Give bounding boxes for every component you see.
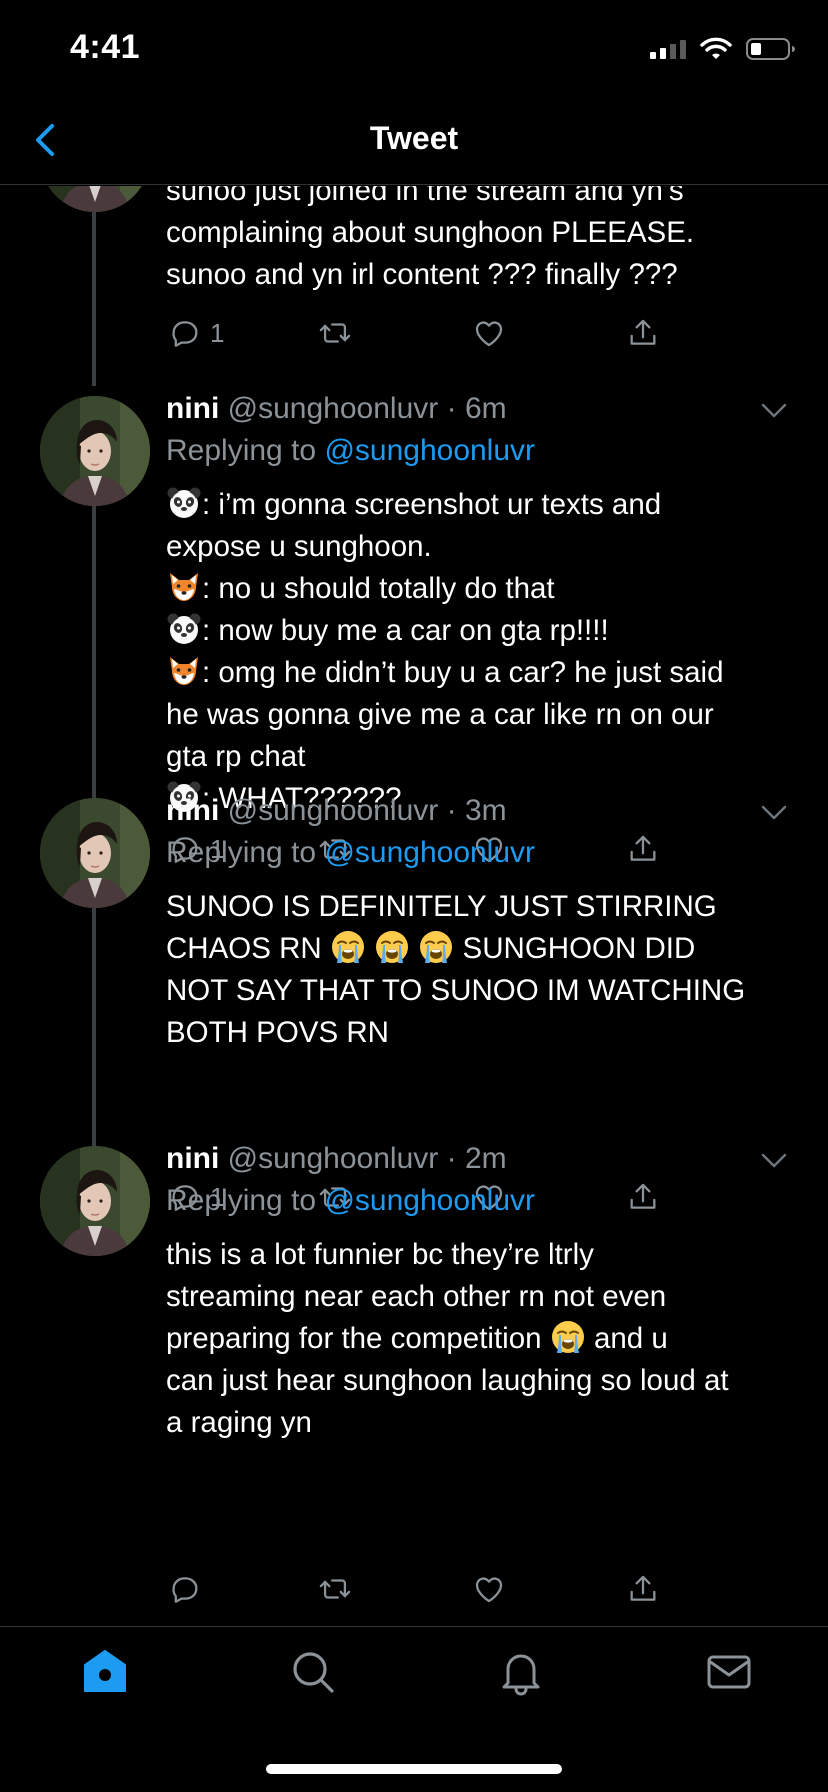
avatar[interactable] bbox=[40, 798, 150, 908]
avatar[interactable] bbox=[40, 186, 150, 212]
timestamp: 6m bbox=[464, 392, 507, 425]
reply-button[interactable] bbox=[168, 1572, 210, 1606]
fox-emoji-icon bbox=[166, 653, 202, 689]
replying-to: Replying to @sunghoonluvr bbox=[166, 434, 536, 467]
mention-link[interactable]: @sunghoonluvr bbox=[324, 1184, 535, 1217]
like-button[interactable] bbox=[472, 1572, 506, 1606]
mention-link[interactable]: @sunghoonluvr bbox=[324, 434, 535, 467]
reply-count: 1 bbox=[210, 317, 225, 348]
panda-emoji-icon bbox=[166, 485, 202, 521]
battery-icon bbox=[746, 38, 795, 60]
tweet-menu-button[interactable] bbox=[760, 804, 788, 822]
share-button[interactable] bbox=[626, 1180, 660, 1214]
handle[interactable]: @sunghoonluvr bbox=[228, 1142, 439, 1175]
retweet-icon bbox=[318, 1572, 352, 1606]
thread-content: sunoo just joined in the stream and yn’s… bbox=[0, 186, 828, 1626]
display-name[interactable]: nini bbox=[166, 794, 219, 827]
search-icon bbox=[293, 1652, 334, 1693]
thread-line bbox=[92, 908, 96, 1176]
fox-emoji-icon bbox=[166, 569, 202, 605]
tweet-text: SUNOO IS DEFINITELY JUST STIRRING CHAOS … bbox=[166, 890, 746, 1049]
display-name[interactable]: nini bbox=[166, 392, 219, 425]
chevron-down-icon bbox=[763, 405, 785, 416]
timestamp: 2m bbox=[464, 1142, 507, 1175]
wifi-icon bbox=[700, 37, 732, 59]
replying-to: Replying to @sunghoonluvr bbox=[166, 836, 536, 869]
replying-to: Replying to @sunghoonluvr bbox=[166, 1184, 536, 1217]
tweet-header: nini @sunghoonluvr · 6m bbox=[166, 392, 507, 426]
loudly-crying-emoji-icon bbox=[418, 929, 454, 965]
retweet-button[interactable] bbox=[318, 1572, 352, 1606]
share-icon bbox=[626, 1180, 660, 1214]
tweet-actions: 1 bbox=[166, 316, 666, 356]
separator: · bbox=[446, 1142, 457, 1175]
heart-icon bbox=[472, 316, 506, 350]
share-button[interactable] bbox=[626, 832, 660, 866]
separator: · bbox=[446, 794, 457, 827]
loudly-crying-emoji-icon bbox=[374, 929, 410, 965]
chevron-down-icon bbox=[763, 1155, 785, 1166]
reply-icon bbox=[168, 1572, 202, 1606]
display-name[interactable]: nini bbox=[166, 1142, 219, 1175]
chevron-down-icon bbox=[763, 807, 785, 818]
tweet-header: nini @sunghoonluvr · 2m bbox=[166, 1142, 507, 1176]
thread-line bbox=[92, 186, 96, 386]
tweet-text: : i’m gonna screenshot ur texts and expo… bbox=[166, 484, 796, 820]
tweet-menu-button[interactable] bbox=[760, 1152, 788, 1170]
tab-notifications[interactable] bbox=[496, 1647, 546, 1697]
separator: · bbox=[446, 392, 457, 425]
loudly-crying-emoji-icon bbox=[330, 929, 366, 965]
thread-line bbox=[92, 506, 96, 806]
like-button[interactable] bbox=[472, 316, 506, 350]
retweet-button[interactable] bbox=[318, 316, 352, 350]
nav-bar: Tweet bbox=[0, 100, 828, 185]
tweet-text: sunoo just joined in the stream and yn’s… bbox=[166, 186, 695, 291]
loudly-crying-emoji-icon bbox=[550, 1319, 586, 1355]
tab-home[interactable] bbox=[80, 1647, 130, 1697]
mail-icon bbox=[707, 1655, 751, 1689]
handle[interactable]: @sunghoonluvr bbox=[228, 392, 439, 425]
bell-icon bbox=[502, 1654, 540, 1696]
cellular-signal-icon bbox=[650, 39, 686, 59]
mention-link[interactable]: @sunghoonluvr bbox=[324, 836, 535, 869]
home-indicator bbox=[266, 1764, 562, 1774]
avatar[interactable] bbox=[40, 396, 150, 506]
status-bar: 4:41 bbox=[0, 0, 828, 100]
retweet-icon bbox=[318, 316, 352, 350]
reply-icon bbox=[168, 316, 202, 350]
status-time: 4:41 bbox=[70, 28, 141, 66]
share-button[interactable] bbox=[626, 1572, 660, 1606]
tab-search[interactable] bbox=[288, 1647, 338, 1697]
page-title: Tweet bbox=[369, 120, 459, 156]
tweet-menu-button[interactable] bbox=[760, 402, 788, 420]
status-icons bbox=[650, 36, 796, 62]
share-icon bbox=[626, 832, 660, 866]
share-icon bbox=[626, 1572, 660, 1606]
tab-messages[interactable] bbox=[704, 1647, 754, 1697]
tweet-text: this is a lot funnier bc they’re ltrly s… bbox=[166, 1238, 729, 1439]
tweet-header: nini @sunghoonluvr · 3m bbox=[166, 794, 507, 828]
share-button[interactable] bbox=[626, 316, 660, 350]
share-icon bbox=[626, 316, 660, 350]
avatar[interactable] bbox=[40, 1146, 150, 1256]
timestamp: 3m bbox=[464, 794, 507, 827]
tweet-actions bbox=[166, 1572, 666, 1612]
heart-icon bbox=[472, 1572, 506, 1606]
panda-emoji-icon bbox=[166, 611, 202, 647]
reply-button[interactable]: 1 bbox=[168, 316, 224, 350]
handle[interactable]: @sunghoonluvr bbox=[228, 794, 439, 827]
